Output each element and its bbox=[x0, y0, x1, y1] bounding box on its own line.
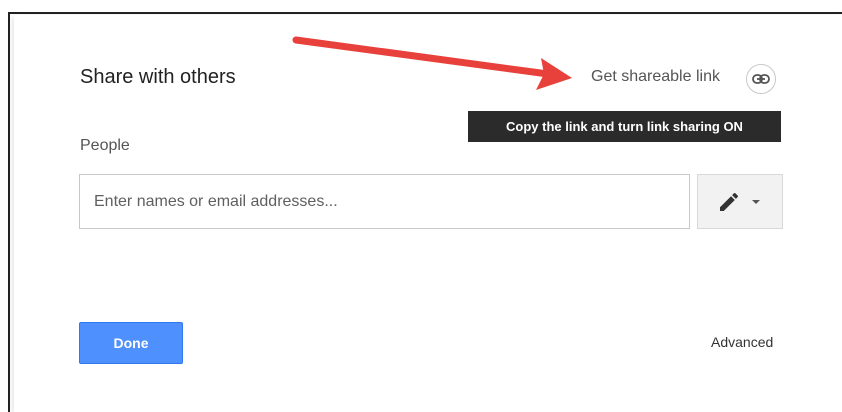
link-tooltip: Copy the link and turn link sharing ON bbox=[468, 111, 781, 142]
screenshot-frame: Share with others Get shareable link Cop… bbox=[0, 0, 842, 412]
dialog-title: Share with others bbox=[80, 66, 236, 88]
pencil-icon bbox=[720, 192, 739, 211]
advanced-link[interactable]: Advanced bbox=[711, 334, 773, 350]
done-button[interactable]: Done bbox=[79, 322, 183, 364]
get-link-button[interactable] bbox=[746, 64, 776, 94]
get-shareable-link[interactable]: Get shareable link bbox=[591, 68, 720, 86]
caret-down-icon bbox=[752, 199, 760, 204]
frame-border-top bbox=[8, 12, 842, 14]
permission-dropdown-button[interactable] bbox=[697, 174, 783, 229]
link-icon bbox=[752, 74, 770, 84]
people-input[interactable] bbox=[94, 175, 674, 228]
people-label: People bbox=[80, 137, 130, 154]
frame-border-left bbox=[8, 12, 10, 412]
people-input-box bbox=[79, 174, 690, 229]
